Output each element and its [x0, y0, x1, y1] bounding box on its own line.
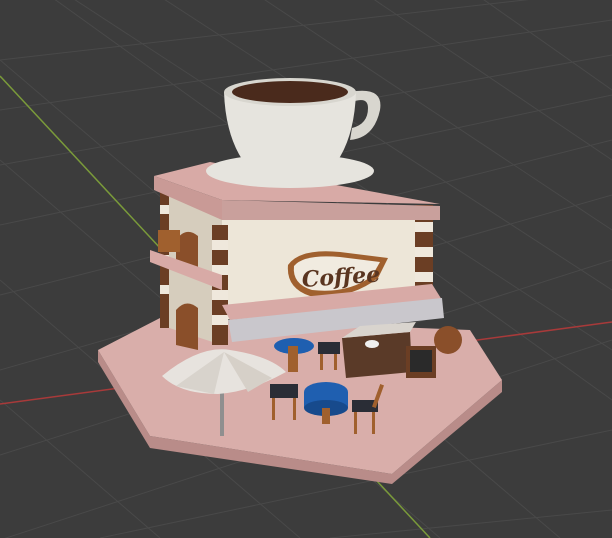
viewport-canvas[interactable]: Coffee: [0, 0, 612, 538]
hanging-sign: [434, 326, 462, 354]
counter: [342, 332, 412, 378]
side-door: [176, 303, 198, 350]
side-sign: [158, 230, 180, 252]
cup-coffee: [232, 81, 348, 103]
counter-cup: [365, 340, 379, 348]
coffee-shop-model[interactable]: Coffee: [98, 78, 502, 484]
3d-viewport[interactable]: Coffee: [0, 0, 612, 538]
sign-text: Coffee: [301, 262, 381, 293]
back-stool: [318, 342, 340, 354]
